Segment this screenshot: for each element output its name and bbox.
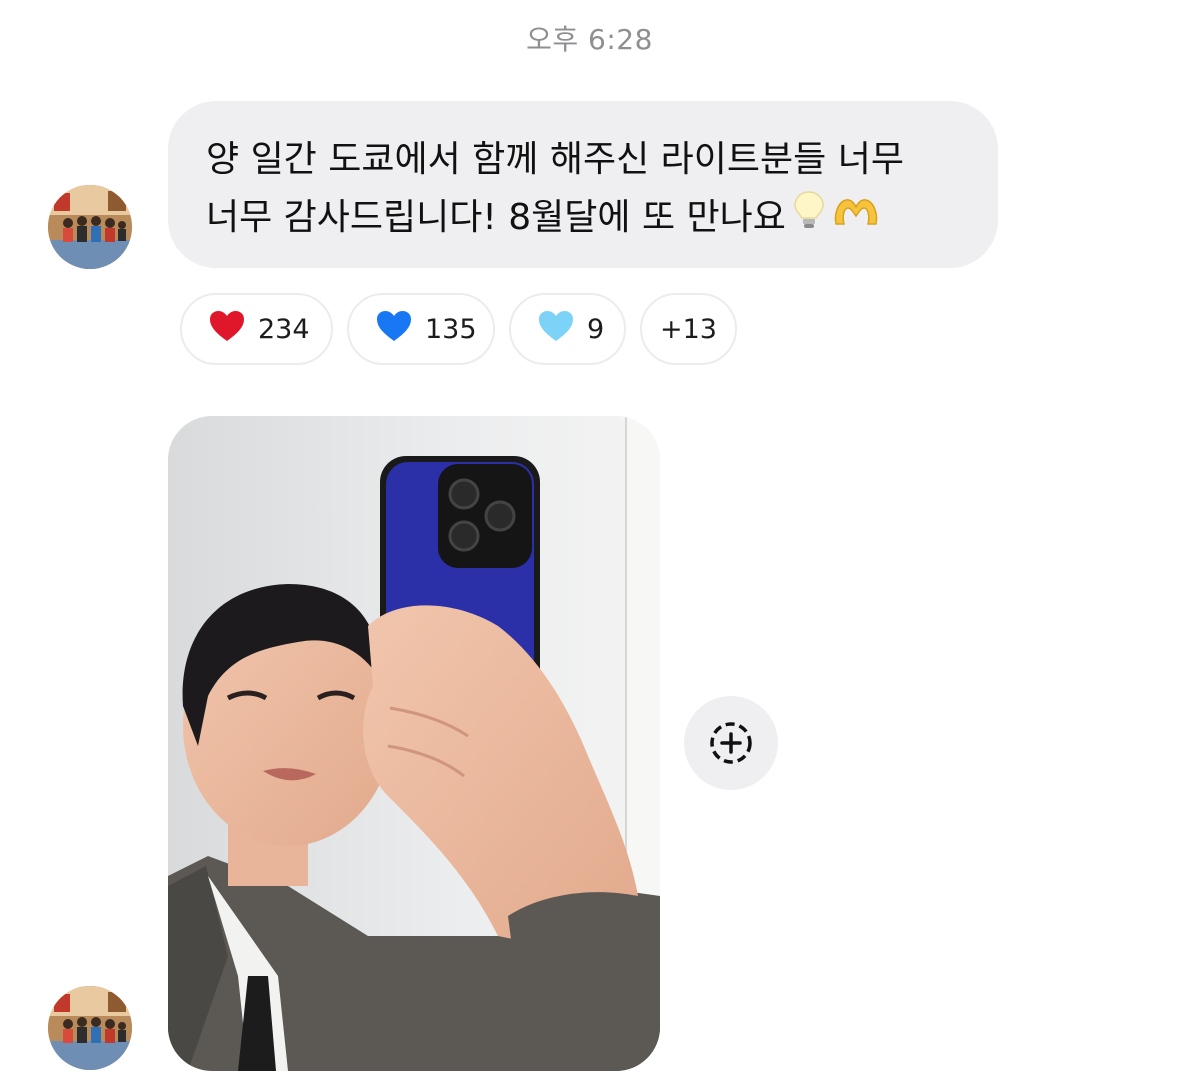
reaction-red-heart[interactable]: 234 — [180, 293, 333, 365]
heart-hands-emoji-icon — [832, 190, 880, 248]
red-heart-emoji-icon — [208, 309, 246, 350]
add-reaction-icon — [710, 722, 752, 764]
add-reaction-button[interactable] — [684, 696, 778, 790]
reaction-count: 9 — [587, 313, 605, 345]
photo-message[interactable] — [168, 416, 660, 1071]
mirror-selfie-photo — [168, 416, 660, 1071]
reactions-bar: 234 135 9 +13 — [180, 293, 737, 367]
light-blue-heart-emoji-icon — [537, 309, 575, 350]
message-timestamp: 오후 6:28 — [526, 23, 653, 56]
reaction-light-blue-heart[interactable]: 9 — [509, 293, 626, 365]
avatar-group-photo-icon — [48, 185, 132, 269]
reaction-blue-heart[interactable]: 135 — [347, 293, 495, 365]
sender-avatar[interactable] — [48, 185, 132, 269]
lightbulb-emoji-icon — [792, 190, 826, 248]
reaction-count: 234 — [258, 313, 310, 345]
reaction-more[interactable]: +13 — [640, 293, 737, 365]
sender-avatar[interactable] — [48, 986, 132, 1070]
reaction-more-count: +13 — [660, 313, 717, 345]
blue-heart-emoji-icon — [375, 309, 413, 350]
avatar-group-photo-icon — [48, 986, 132, 1070]
message-bubble[interactable]: 양 일간 도쿄에서 함께 해주신 라이트분들 너무 너무 감사드립니다! 8월달… — [168, 101, 998, 268]
reaction-count: 135 — [425, 313, 477, 345]
chat-screen: 오후 6:28 양 일간 도쿄에서 함께 해주신 라이트분들 너무 너무 감사드… — [0, 0, 1179, 1087]
